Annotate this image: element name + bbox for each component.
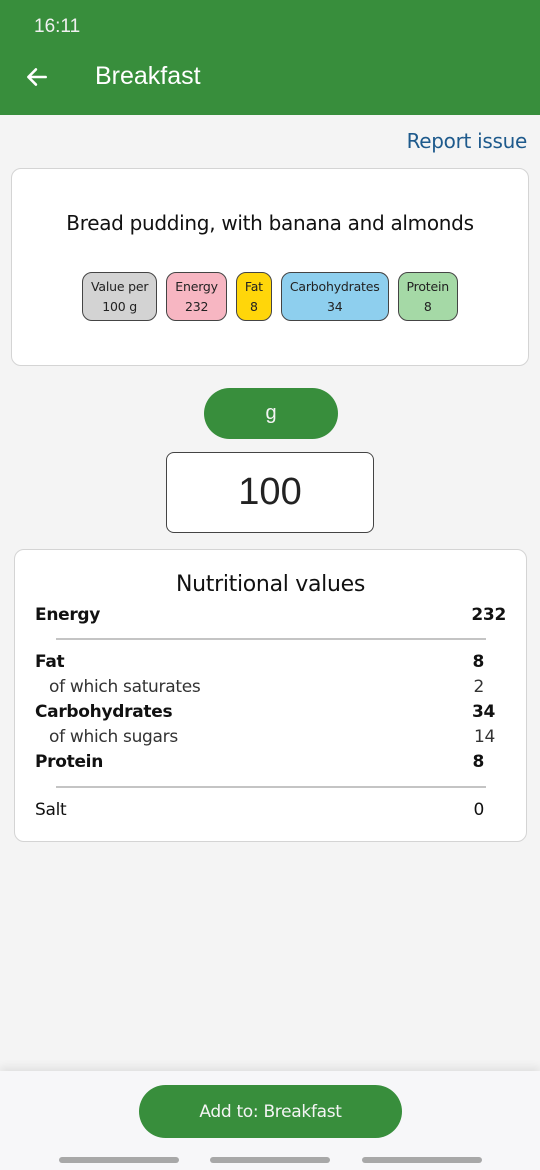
chip-label: Carbohydrates [289,279,380,294]
row-label-fat: Fat [35,652,65,672]
chip-value: 8 [249,299,258,314]
row-value-fat: 8 [472,652,484,672]
chip-value: 232 [184,299,209,314]
chip-label: Fat [244,279,263,294]
row-value-sugars: 14 [473,727,495,747]
divider [56,786,486,788]
row-value-salt: 0 [473,800,484,820]
chip-label: Value per [91,279,149,294]
row-label-energy: Energy [35,605,101,625]
nutrient-chips: Value per 100 g Energy 232 Fat 8 Carbohy… [12,272,528,321]
row-value-carbohydrates: 34 [471,702,495,722]
row-value-saturates: 2 [473,677,484,697]
nutrition-title: Nutritional values [175,572,366,597]
arrow-left-icon [27,68,47,86]
nav-handle [210,1157,330,1163]
bottom-action-bar: Add to: Breakfast [0,1071,540,1170]
app-bar: 16:11 Breakfast [0,0,540,115]
food-name: Bread pudding, with banana and almonds [66,211,474,235]
nutrition-table-card: Nutritional values Energy 232 Fat 8 of w… [14,549,527,842]
chip-value-per: Value per 100 g [82,272,158,321]
row-label-carbohydrates: Carbohydrates [35,702,173,722]
chip-carbohydrates: Carbohydrates 34 [280,272,389,321]
add-to-meal-button[interactable]: Add to: Breakfast [139,1085,402,1138]
row-label-protein: Protein [35,752,104,772]
page-title: Breakfast [95,62,201,90]
row-value-energy: 232 [471,605,506,625]
chip-value: 100 g [102,299,138,314]
divider [56,638,486,640]
nav-handle [362,1157,482,1163]
row-label-saturates: of which saturates [49,677,201,697]
report-issue-link[interactable]: Report issue [407,129,528,153]
chip-value: 34 [326,299,343,314]
unit-selector-button[interactable]: g [204,388,338,439]
nav-handle [59,1157,179,1163]
row-value-protein: 8 [472,752,484,772]
chip-energy: Energy 232 [166,272,227,321]
chip-label: Protein [406,279,450,294]
row-label-salt: Salt [35,800,67,820]
back-button[interactable] [20,60,54,94]
quantity-input[interactable] [166,452,374,533]
chip-value: 8 [423,299,432,314]
chip-protein: Protein 8 [397,272,458,321]
row-label-sugars: of which sugars [49,727,178,747]
chip-label: Energy [175,279,218,294]
status-time: 16:11 [34,16,81,37]
chip-fat: Fat 8 [235,272,272,321]
food-summary-card: Bread pudding, with banana and almonds V… [11,168,529,366]
